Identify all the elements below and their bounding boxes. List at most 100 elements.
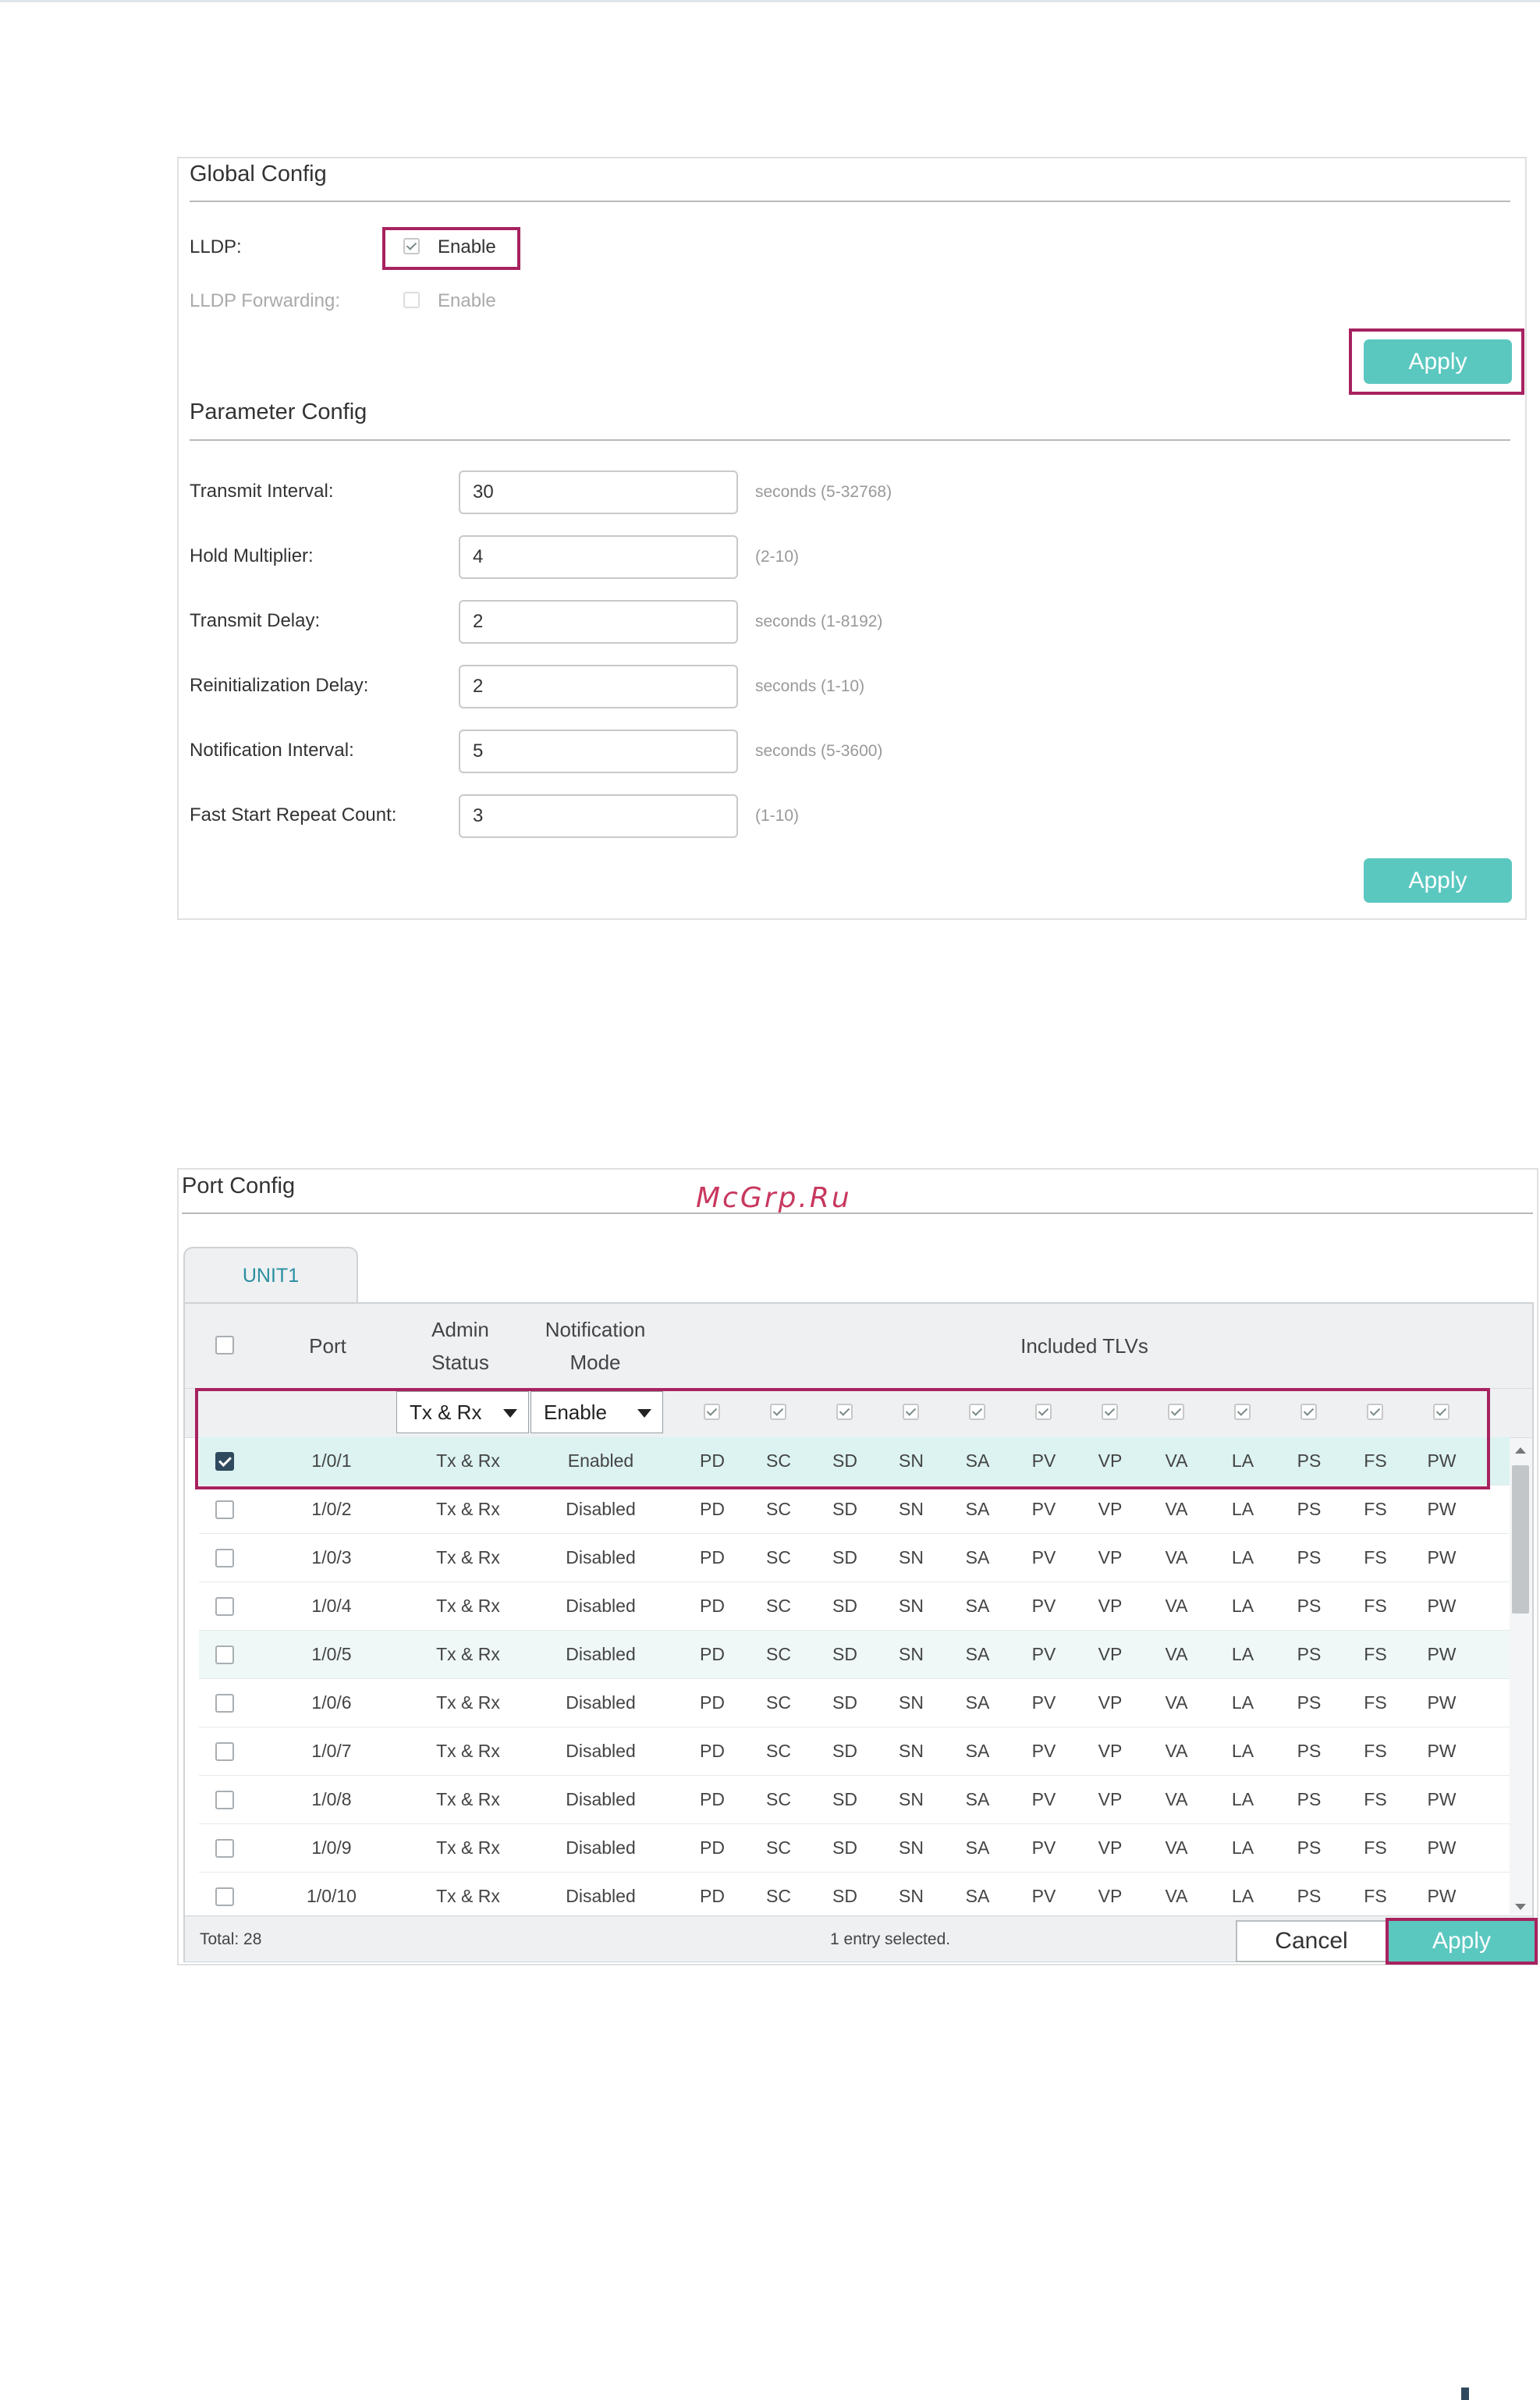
tlv-cell: SC xyxy=(766,1499,791,1519)
select-all-checkbox[interactable] xyxy=(215,1336,234,1354)
row-checkbox[interactable] xyxy=(215,1839,234,1858)
tlv-cell: PD xyxy=(700,1596,725,1616)
tlv-cell: SA xyxy=(965,1789,990,1809)
transmit-delay-label: Transmit Delay: xyxy=(190,610,321,631)
row-checkbox[interactable] xyxy=(215,1549,234,1567)
tlv-cell: PD xyxy=(700,1789,725,1809)
table-row[interactable]: 1/0/6 Tx & Rx Disabled PD SC SD SN SA PV VP VA LA PS… xyxy=(199,1679,1510,1727)
tlv-cell: SC xyxy=(766,1644,791,1664)
transmit-interval-label: Transmit Interval: xyxy=(190,481,334,502)
notification-mode-cell: Disabled xyxy=(566,1547,636,1567)
transmit-interval-input[interactable] xyxy=(459,470,738,514)
tlv-cell: SC xyxy=(766,1886,791,1906)
hold-multiplier-input[interactable] xyxy=(459,535,738,579)
row-checkbox[interactable] xyxy=(215,1791,234,1809)
tlv-cell: PW xyxy=(1427,1692,1457,1713)
header-admin-line2: Status xyxy=(431,1351,489,1374)
admin-status-cell: Tx & Rx xyxy=(436,1789,500,1809)
batch-row-highlight-box xyxy=(195,1388,1490,1489)
notification-mode-cell: Disabled xyxy=(566,1789,636,1809)
admin-status-cell: Tx & Rx xyxy=(436,1741,500,1761)
table-row[interactable]: 1/0/7 Tx & Rx Disabled PD SC SD SN SA PV VP VA LA PS… xyxy=(199,1727,1510,1776)
tlv-cell: SN xyxy=(899,1692,924,1713)
transmit-delay-input[interactable] xyxy=(459,600,738,644)
tlv-cell: PD xyxy=(700,1741,725,1761)
tlv-cell: PV xyxy=(1031,1789,1056,1809)
header-notification-line2: Mode xyxy=(570,1351,621,1374)
tlv-cell: VA xyxy=(1165,1547,1188,1567)
notification-interval-input[interactable] xyxy=(459,730,738,773)
table-row[interactable]: 1/0/9 Tx & Rx Disabled PD SC SD SN SA PV VP VA LA PS… xyxy=(199,1824,1510,1873)
reinitialization-delay-hint: seconds (1-10) xyxy=(755,677,865,695)
lldp-forwarding-enable-text: Enable xyxy=(438,290,496,311)
tlv-cell: PS xyxy=(1297,1886,1322,1906)
tlv-cell: VA xyxy=(1165,1692,1188,1713)
port-cell: 1/0/6 xyxy=(311,1692,352,1713)
row-checkbox[interactable] xyxy=(215,1646,234,1664)
reinitialization-delay-input[interactable] xyxy=(459,665,738,708)
tlv-cell: VP xyxy=(1098,1692,1123,1713)
hold-multiplier-hint: (2-10) xyxy=(755,548,800,566)
header-included-tlvs: Included TLVs xyxy=(1020,1334,1148,1358)
tlv-cell: PV xyxy=(1031,1547,1056,1567)
table-row[interactable]: 1/0/10 Tx & Rx Disabled PD SC SD SN SA PV VP VA LA P… xyxy=(199,1873,1510,1921)
tlv-cell: PS xyxy=(1297,1692,1322,1713)
table-row[interactable]: 1/0/3 Tx & Rx Disabled PD SC SD SN SA PV VP VA LA PS… xyxy=(199,1534,1510,1582)
global-apply-highlight-box xyxy=(1349,328,1524,395)
global-config-title: Global Config xyxy=(190,162,327,186)
tlv-cell: SC xyxy=(766,1692,791,1713)
parameter-apply-button[interactable]: Apply xyxy=(1364,858,1512,903)
scroll-down-icon[interactable] xyxy=(1515,1904,1526,1910)
cancel-button[interactable]: Cancel xyxy=(1236,1920,1387,1962)
tlv-cell: VA xyxy=(1165,1741,1188,1761)
notification-mode-cell: Disabled xyxy=(566,1741,636,1761)
table-row[interactable]: 1/0/5 Tx & Rx Disabled PD SC SD SN SA PV VP VA LA PS… xyxy=(199,1631,1510,1679)
tlv-cell: LA xyxy=(1231,1692,1254,1713)
table-row[interactable]: 1/0/4 Tx & Rx Disabled PD SC SD SN SA PV VP VA LA PS… xyxy=(199,1582,1510,1631)
row-checkbox[interactable] xyxy=(215,1742,234,1761)
tlv-cell: PS xyxy=(1297,1547,1322,1567)
tlv-cell: FS xyxy=(1364,1886,1387,1906)
tlv-cell: SC xyxy=(766,1789,791,1809)
tlv-cell: SD xyxy=(832,1692,857,1713)
tlv-cell: PV xyxy=(1031,1644,1056,1664)
port-cell: 1/0/7 xyxy=(311,1741,352,1761)
tlv-cell: PW xyxy=(1427,1596,1457,1616)
table-row[interactable]: 1/0/8 Tx & Rx Disabled PD SC SD SN SA PV VP VA LA PS… xyxy=(199,1776,1510,1824)
row-checkbox[interactable] xyxy=(215,1500,234,1519)
fast-start-repeat-count-input[interactable] xyxy=(459,794,738,838)
tlv-cell: PS xyxy=(1297,1837,1322,1858)
tlv-cell: SA xyxy=(965,1886,990,1906)
admin-status-cell: Tx & Rx xyxy=(436,1499,500,1519)
tlv-cell: PW xyxy=(1427,1644,1457,1664)
row-checkbox[interactable] xyxy=(215,1694,234,1713)
total-count: Total: 28 xyxy=(200,1930,262,1948)
tlv-cell: PW xyxy=(1427,1789,1457,1809)
tlv-cell: SD xyxy=(832,1789,857,1809)
lldp-forwarding-checkbox[interactable] xyxy=(403,292,420,308)
port-config-divider xyxy=(182,1212,1533,1214)
port-cell: 1/0/5 xyxy=(311,1644,352,1664)
tlv-cell: SN xyxy=(899,1499,924,1519)
scroll-up-icon[interactable] xyxy=(1515,1447,1526,1454)
row-checkbox[interactable] xyxy=(215,1887,234,1906)
tlv-cell: SD xyxy=(832,1596,857,1616)
tlv-cell: LA xyxy=(1231,1886,1254,1906)
tlv-cell: SN xyxy=(899,1596,924,1616)
admin-status-cell: Tx & Rx xyxy=(436,1644,500,1664)
tlv-cell: LA xyxy=(1231,1741,1254,1761)
table-row[interactable]: 1/0/2 Tx & Rx Disabled PD SC SD SN SA PV VP VA LA PS… xyxy=(199,1486,1510,1534)
tlv-cell: SC xyxy=(766,1596,791,1616)
row-checkbox[interactable] xyxy=(215,1597,234,1616)
tlv-cell: PV xyxy=(1031,1499,1056,1519)
tlv-cell: VA xyxy=(1165,1644,1188,1664)
scrollbar-thumb[interactable] xyxy=(1512,1465,1529,1614)
port-cell: 1/0/2 xyxy=(311,1499,352,1519)
tlv-cell: VA xyxy=(1165,1596,1188,1616)
tab-unit1[interactable]: UNIT1 xyxy=(183,1247,358,1303)
tlv-cell: VA xyxy=(1165,1837,1188,1858)
port-cell: 1/0/8 xyxy=(311,1789,352,1809)
tlv-cell: PV xyxy=(1031,1837,1056,1858)
tlv-cell: SA xyxy=(965,1596,990,1616)
tlv-cell: SN xyxy=(899,1837,924,1858)
